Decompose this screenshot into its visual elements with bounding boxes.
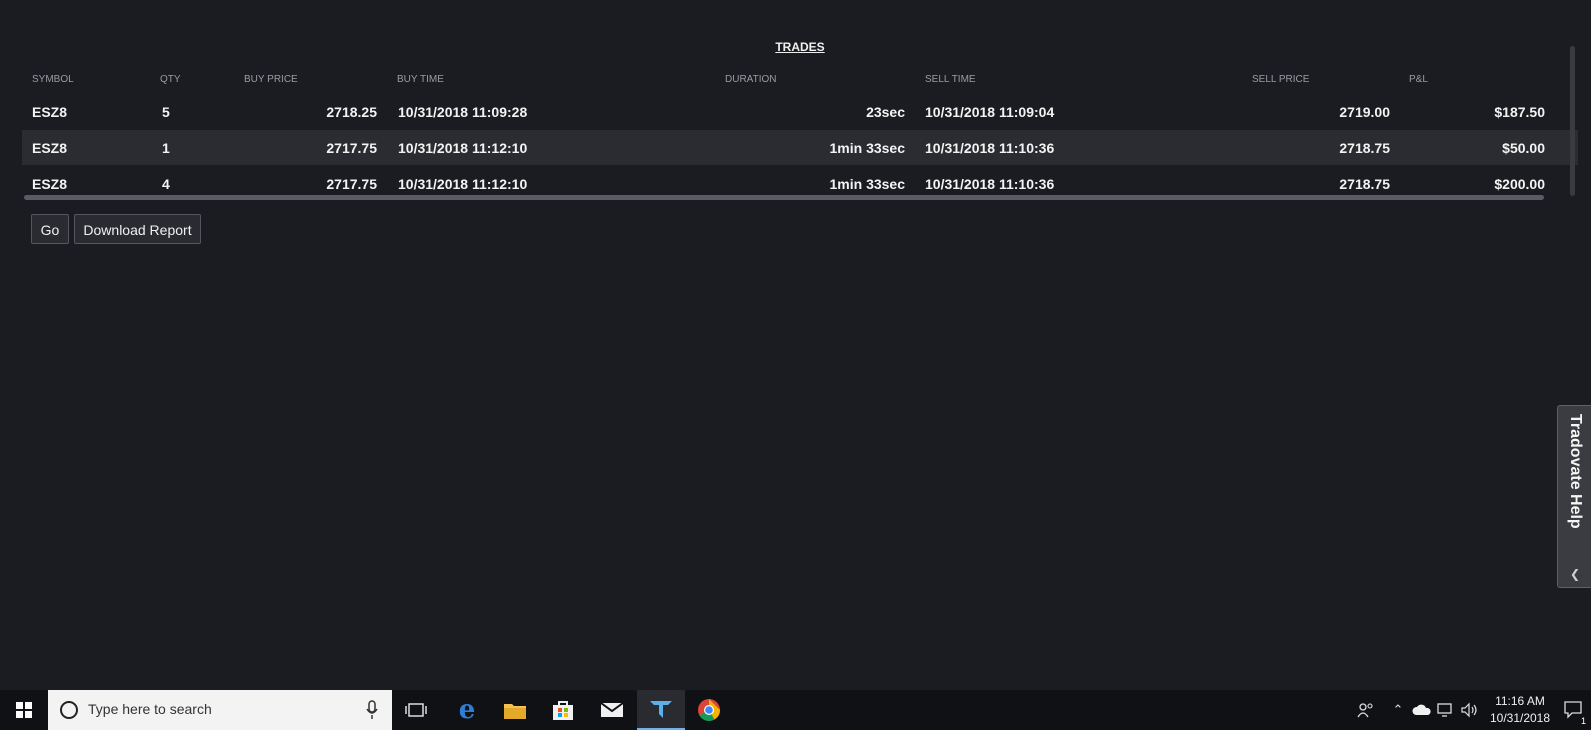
go-button[interactable]: Go: [31, 214, 69, 244]
table-row[interactable]: ESZ8 5 2718.25 10/31/2018 11:09:28 23sec…: [22, 94, 1578, 129]
col-header-pnl[interactable]: P&L: [1409, 74, 1428, 85]
col-header-buy-price[interactable]: BUY PRICE: [244, 74, 298, 85]
cell-qty: 4: [162, 176, 170, 192]
clock-date: 10/31/2018: [1489, 711, 1551, 725]
col-header-duration[interactable]: DURATION: [725, 74, 776, 85]
cell-symbol: ESZ8: [32, 140, 68, 156]
cortana-icon: [60, 701, 78, 719]
mail-icon[interactable]: [588, 690, 636, 730]
cell-sell-time: 10/31/2018 11:09:04: [925, 104, 1055, 120]
download-report-button[interactable]: Download Report: [74, 214, 201, 244]
cell-symbol: ESZ8: [32, 176, 68, 192]
windows-taskbar: Type here to search e ⌃ 11:16 AM 10/31/2…: [0, 690, 1591, 730]
windows-start-icon[interactable]: [0, 690, 48, 730]
cell-sell-price: 2719.00: [1339, 104, 1390, 120]
cell-qty: 1: [162, 140, 170, 156]
cell-sell-time: 10/31/2018 11:10:36: [925, 140, 1055, 156]
cell-qty: 5: [162, 104, 170, 120]
task-view-icon[interactable]: [392, 690, 440, 730]
cell-buy-price: 2717.75: [326, 140, 377, 156]
search-placeholder: Type here to search: [88, 701, 212, 717]
onedrive-icon[interactable]: [1410, 690, 1434, 730]
cell-pnl: $200.00: [1494, 176, 1545, 192]
cell-buy-time: 10/31/2018 11:12:10: [398, 140, 528, 156]
volume-icon[interactable]: [1458, 690, 1480, 730]
cell-symbol: ESZ8: [32, 104, 68, 120]
edge-icon[interactable]: e: [443, 690, 491, 730]
cell-sell-price: 2718.75: [1339, 176, 1390, 192]
cell-buy-price: 2717.75: [326, 176, 377, 192]
col-header-sell-price[interactable]: SELL PRICE: [1252, 74, 1309, 85]
people-icon[interactable]: [1352, 690, 1380, 730]
cell-duration: 1min 33sec: [829, 176, 906, 192]
trades-panel: TRADES SYMBOL QTY BUY PRICE BUY TIME DUR…: [0, 0, 1591, 690]
chevron-left-icon[interactable]: ❮: [1570, 567, 1580, 581]
col-header-qty[interactable]: QTY: [160, 74, 181, 85]
col-header-symbol[interactable]: SYMBOL: [32, 74, 74, 85]
clock-time: 11:16 AM: [1495, 694, 1545, 708]
tradovate-help-tab[interactable]: Tradovate Help ❮: [1557, 405, 1591, 588]
action-center-icon[interactable]: 1: [1560, 690, 1588, 730]
microphone-icon[interactable]: [366, 700, 378, 725]
table-row[interactable]: ESZ8 1 2717.75 10/31/2018 11:12:10 1min …: [22, 130, 1578, 165]
help-tab-label: Tradovate Help: [1567, 414, 1584, 529]
cell-pnl: $187.50: [1494, 104, 1545, 120]
trades-title: TRADES: [775, 40, 825, 54]
taskbar-search-box[interactable]: Type here to search: [48, 690, 392, 730]
cell-buy-time: 10/31/2018 11:09:28: [398, 104, 528, 120]
notification-count: 1: [1580, 716, 1586, 726]
tradovate-icon[interactable]: [637, 690, 685, 730]
chevron-up-icon[interactable]: ⌃: [1388, 690, 1408, 730]
vertical-scrollbar[interactable]: [1570, 46, 1575, 196]
cell-duration: 23sec: [866, 104, 905, 120]
cell-buy-price: 2718.25: [326, 104, 377, 120]
col-header-buy-time[interactable]: BUY TIME: [397, 74, 444, 85]
cell-buy-time: 10/31/2018 11:12:10: [398, 176, 528, 192]
col-header-sell-time[interactable]: SELL TIME: [925, 74, 976, 85]
cell-sell-time: 10/31/2018 11:10:36: [925, 176, 1055, 192]
cell-sell-price: 2718.75: [1339, 140, 1390, 156]
cell-pnl: $50.00: [1502, 140, 1545, 156]
chrome-icon[interactable]: [685, 690, 733, 730]
network-icon[interactable]: [1434, 690, 1458, 730]
file-explorer-icon[interactable]: [491, 690, 539, 730]
taskbar-clock[interactable]: 11:16 AM 10/31/2018: [1480, 693, 1560, 727]
cell-duration: 1min 33sec: [829, 140, 906, 156]
horizontal-scrollbar[interactable]: [24, 195, 1544, 200]
store-icon[interactable]: [539, 690, 587, 730]
